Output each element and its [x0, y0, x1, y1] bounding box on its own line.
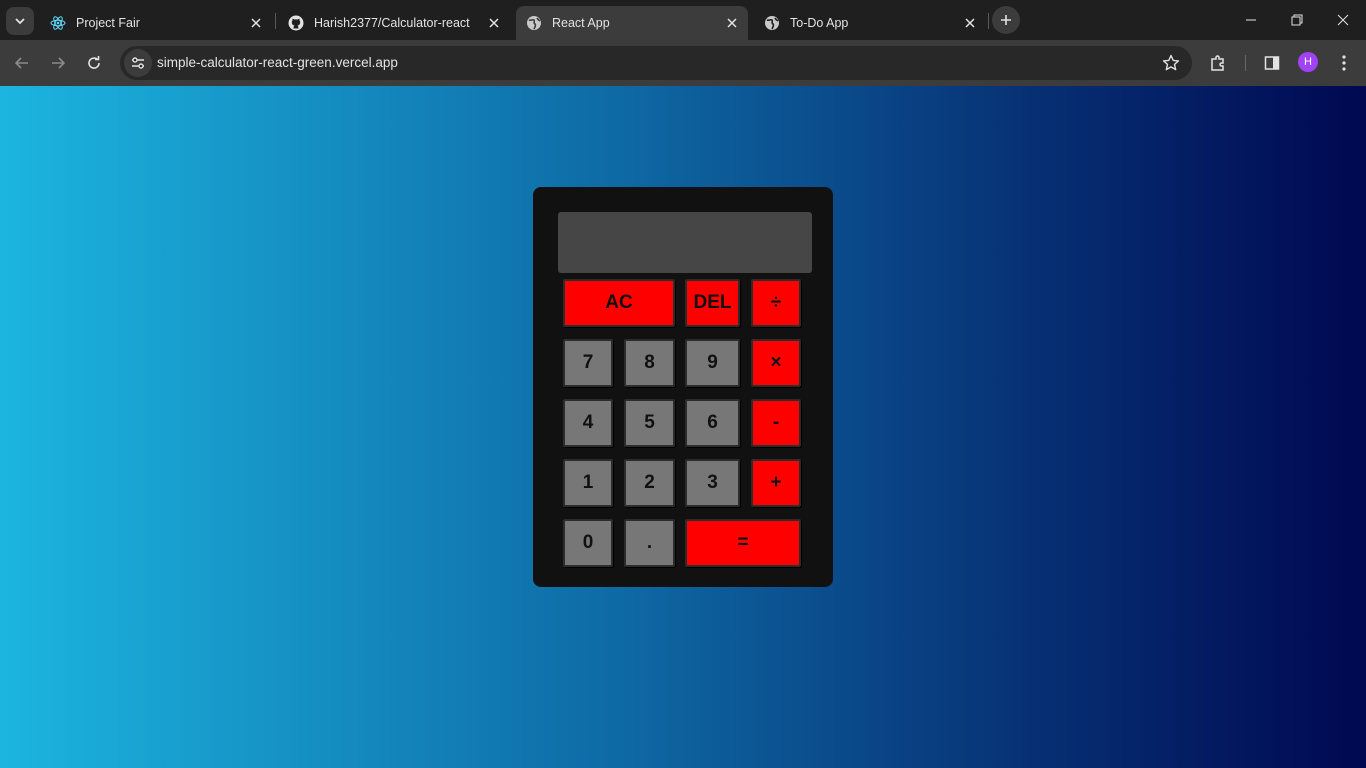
tab-strip: Project Fair Harish2377/Calculator-react…: [0, 0, 1366, 40]
minimize-button[interactable]: [1228, 0, 1274, 40]
digit-4-button[interactable]: 4: [563, 399, 613, 447]
tab-project-fair[interactable]: Project Fair: [40, 6, 272, 40]
digit-3-button[interactable]: 3: [685, 459, 740, 507]
globe-icon: [526, 15, 542, 31]
restore-button[interactable]: [1274, 0, 1320, 40]
digit-0-button[interactable]: 0: [563, 519, 613, 567]
close-tab-icon[interactable]: [724, 15, 740, 31]
digit-8-button[interactable]: 8: [624, 339, 675, 387]
digit-6-button[interactable]: 6: [685, 399, 740, 447]
digit-7-button[interactable]: 7: [563, 339, 613, 387]
tab-divider: [988, 13, 989, 29]
tab-title: Harish2377/Calculator-react: [314, 16, 470, 30]
close-tab-icon[interactable]: [486, 15, 502, 31]
tab-title: Project Fair: [76, 16, 140, 30]
side-panel-button[interactable]: [1261, 52, 1283, 74]
minus-button[interactable]: -: [751, 399, 801, 447]
calculator-display: [558, 212, 812, 273]
close-tab-icon[interactable]: [248, 15, 264, 31]
forward-button[interactable]: [43, 48, 73, 78]
tab-title: React App: [552, 16, 610, 30]
more-vertical-icon: [1342, 55, 1346, 71]
toolbar-divider: [1245, 55, 1246, 71]
puzzle-icon: [1211, 55, 1224, 71]
bookmark-star-icon[interactable]: [1162, 54, 1180, 72]
calculator: AC DEL ÷ 7 8 9 × 4 5 6 - 1 2 3 + 0 . =: [533, 187, 833, 587]
digit-2-button[interactable]: 2: [624, 459, 675, 507]
tab-github-calculator[interactable]: Harish2377/Calculator-react: [278, 6, 510, 40]
page-viewport: AC DEL ÷ 7 8 9 × 4 5 6 - 1 2 3 + 0 . =: [0, 86, 1366, 768]
profile-avatar[interactable]: H: [1298, 52, 1318, 72]
menu-button[interactable]: [1333, 52, 1355, 74]
new-tab-button[interactable]: [992, 6, 1020, 34]
extensions-button[interactable]: [1207, 52, 1229, 74]
digit-5-button[interactable]: 5: [624, 399, 675, 447]
url-text[interactable]: simple-calculator-react-green.vercel.app: [157, 55, 398, 70]
tab-search-button[interactable]: [6, 7, 34, 35]
react-icon: [50, 15, 66, 31]
arrow-left-icon: [14, 57, 28, 69]
minimize-icon: [1246, 19, 1256, 21]
reload-button[interactable]: [79, 48, 109, 78]
multiply-button[interactable]: ×: [751, 339, 801, 387]
delete-button[interactable]: DEL: [685, 279, 740, 327]
plus-button[interactable]: +: [751, 459, 801, 507]
restore-icon: [1291, 14, 1303, 26]
chevron-down-icon: [15, 18, 25, 25]
tune-icon: [132, 57, 144, 69]
globe-icon: [764, 15, 780, 31]
plus-icon: [1001, 15, 1011, 25]
github-icon: [288, 15, 304, 31]
close-tab-icon[interactable]: [962, 15, 978, 31]
back-button[interactable]: [7, 48, 37, 78]
close-window-button[interactable]: [1320, 0, 1366, 40]
tab-title: To-Do App: [790, 16, 849, 30]
reload-icon: [88, 56, 100, 69]
equals-button[interactable]: =: [685, 519, 801, 567]
address-bar[interactable]: simple-calculator-react-green.vercel.app: [120, 46, 1192, 80]
site-info-button[interactable]: [124, 49, 152, 77]
ac-button[interactable]: AC: [563, 279, 675, 327]
side-panel-icon: [1264, 56, 1280, 70]
divide-button[interactable]: ÷: [751, 279, 801, 327]
digit-9-button[interactable]: 9: [685, 339, 740, 387]
browser-toolbar: simple-calculator-react-green.vercel.app: [0, 40, 1366, 86]
close-icon: [1337, 14, 1349, 26]
decimal-button[interactable]: .: [624, 519, 675, 567]
tab-todo-app[interactable]: To-Do App: [754, 6, 986, 40]
arrow-right-icon: [52, 57, 66, 69]
tab-divider: [275, 13, 276, 29]
digit-1-button[interactable]: 1: [563, 459, 613, 507]
tab-react-app[interactable]: React App: [516, 6, 748, 40]
